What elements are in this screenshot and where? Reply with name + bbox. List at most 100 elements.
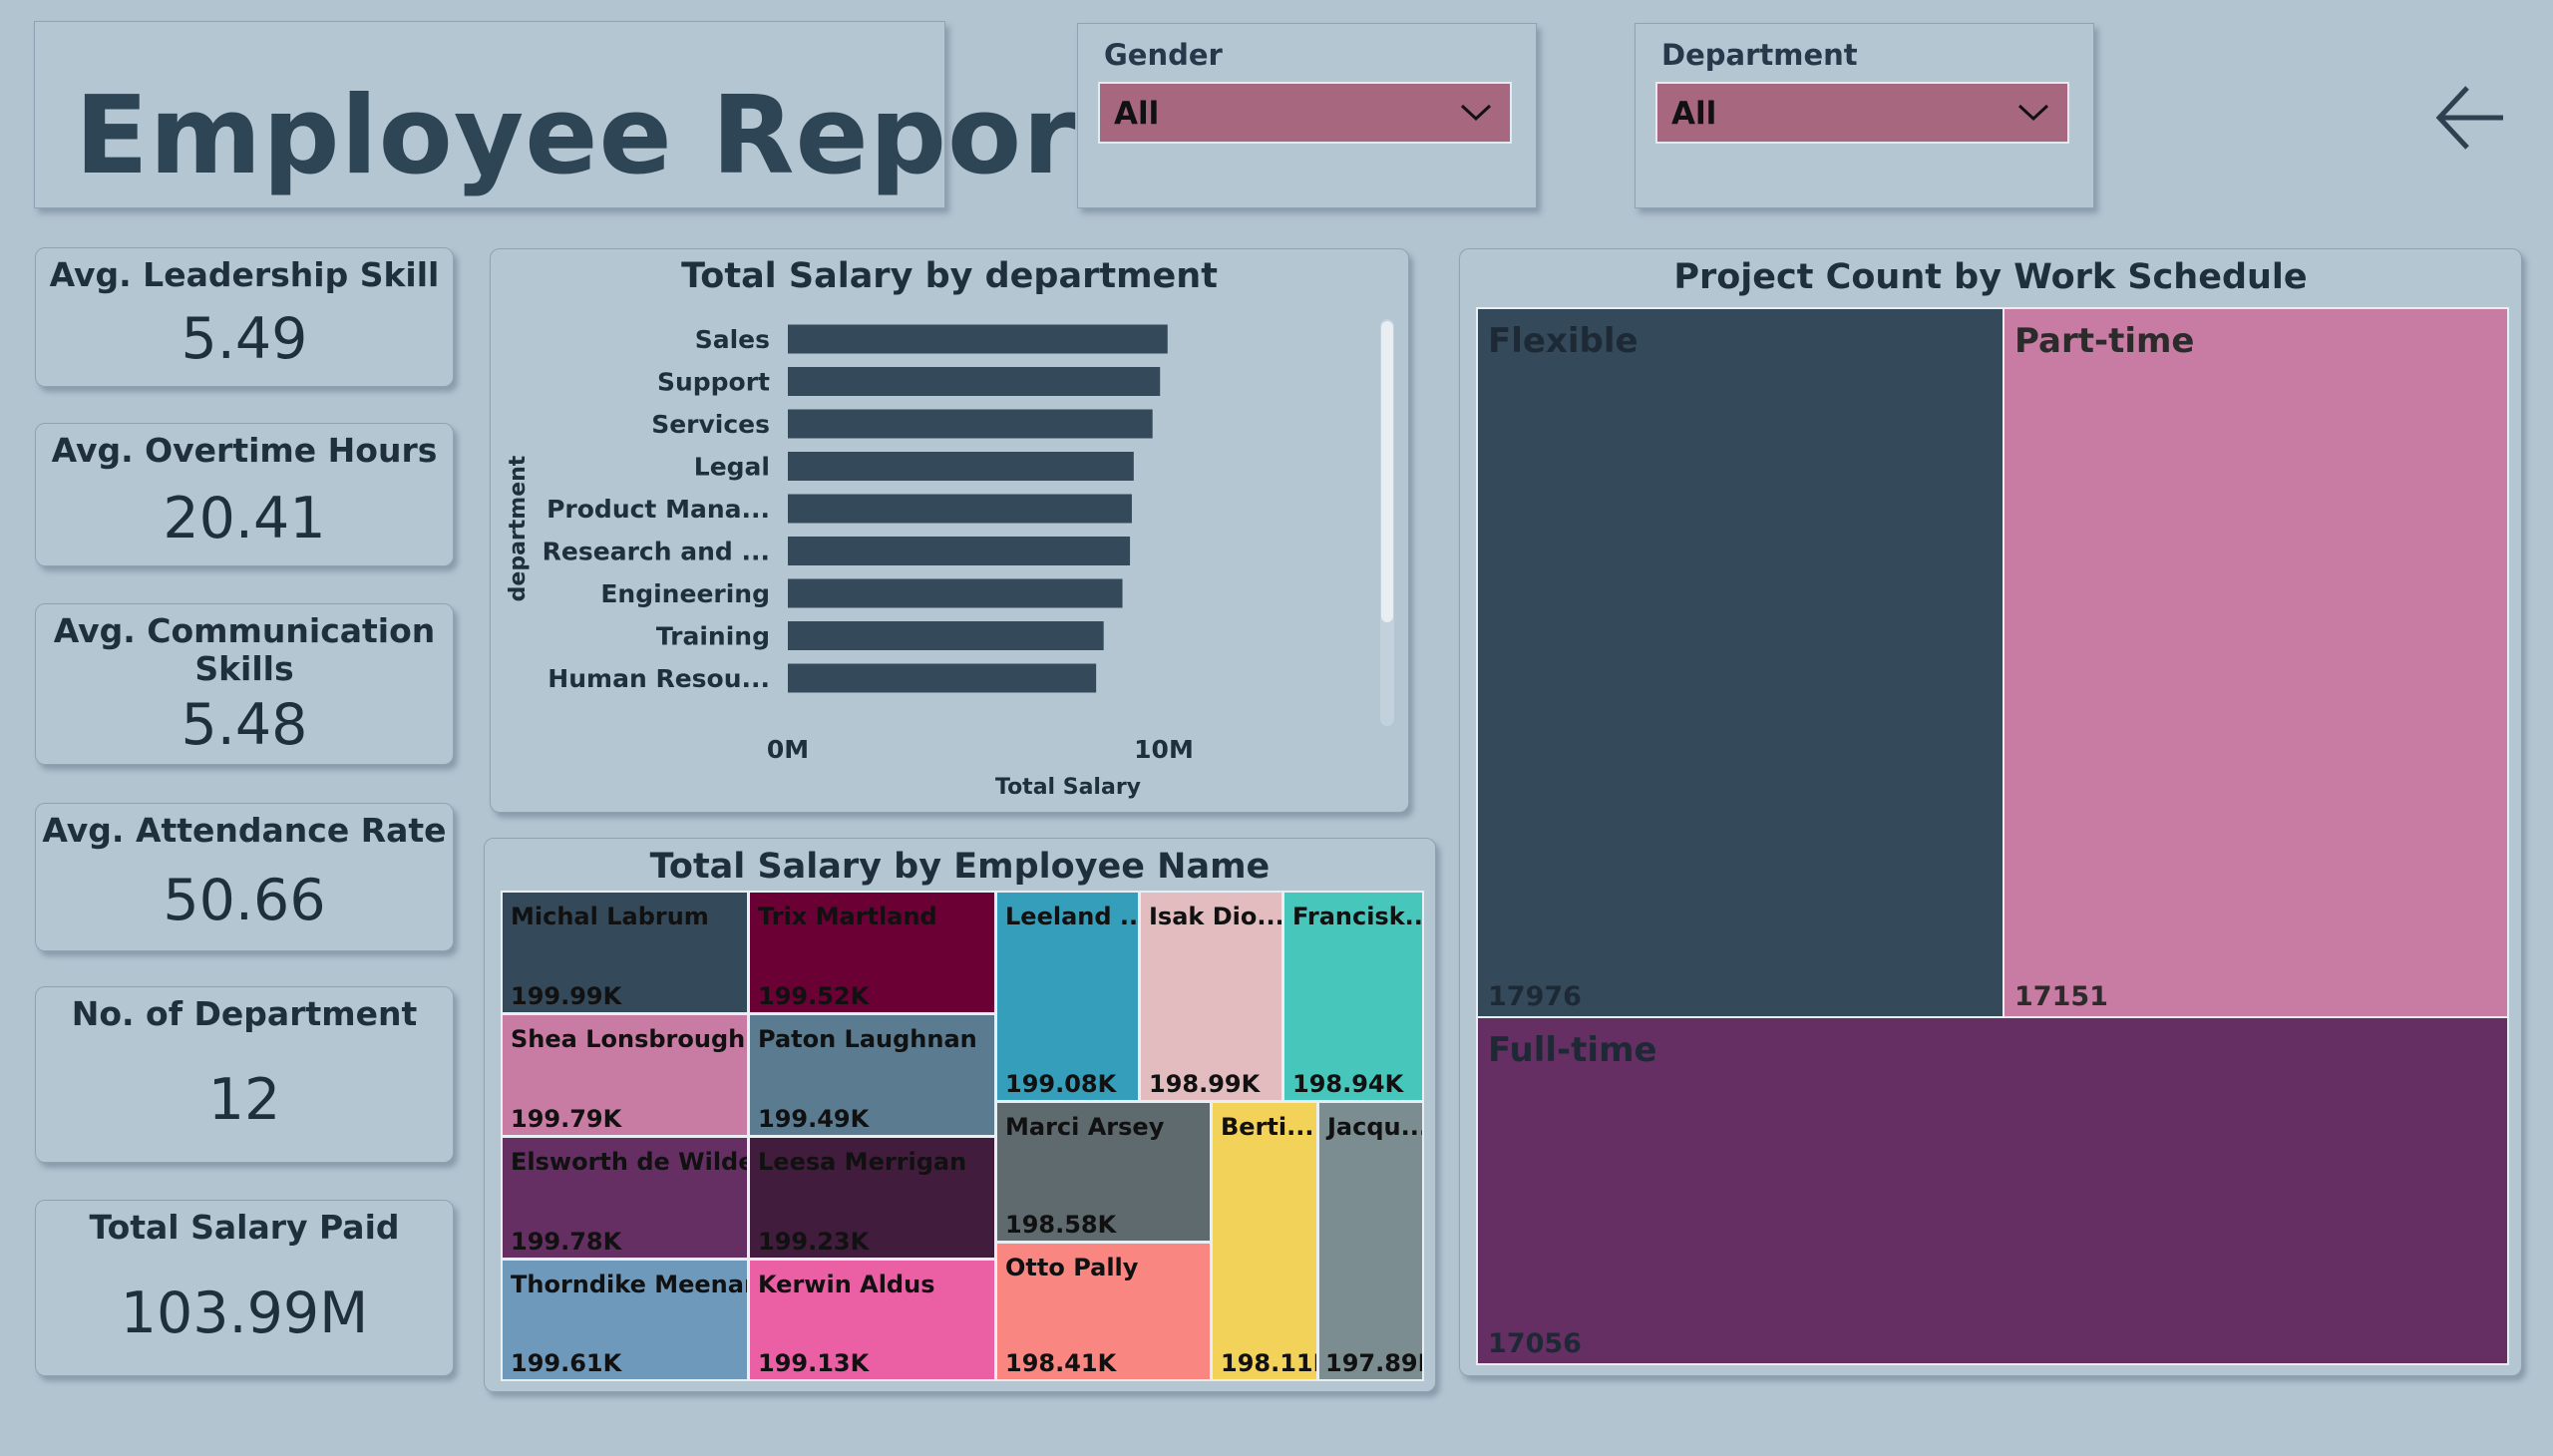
scrollbar-thumb[interactable] — [1381, 321, 1393, 622]
treemap-cell[interactable]: Thorndike Meenan 199.61K — [501, 1259, 749, 1381]
cell-name: Elsworth de Wilde — [511, 1148, 749, 1176]
kpi-value: 12 — [207, 1067, 281, 1133]
treemap-cell-part-time[interactable]: Part-time 17151 — [2003, 307, 2509, 1018]
treemap-cell[interactable]: Leesa Merrigan 199.23K — [748, 1136, 996, 1260]
cell-name: Berti... — [1221, 1113, 1314, 1141]
gender-slicer: Gender All — [1077, 23, 1537, 208]
category-label: Legal — [694, 453, 770, 482]
cell-name: Otto Pally — [1005, 1254, 1139, 1281]
kpi-communication-card: Avg. Communication Skills 5.48 — [35, 603, 454, 765]
cell-value: 198.11K — [1221, 1349, 1316, 1377]
cell-name: Leeland ... — [1005, 903, 1140, 930]
cell-value: 17976 — [1488, 981, 1582, 1012]
cell-name: Thorndike Meenan — [511, 1271, 749, 1298]
department-dropdown-value: All — [1671, 96, 1717, 132]
tick-label: 10M — [1134, 735, 1194, 764]
chart-title: Project Count by Work Schedule — [1673, 257, 2308, 297]
cell-name: Michal Labrum — [511, 903, 709, 930]
cell-value: 199.23K — [758, 1228, 870, 1256]
kpi-department-count-card: No. of Department 12 — [35, 986, 454, 1163]
category-label: Training — [656, 622, 770, 651]
chevron-down-icon — [1460, 104, 1492, 122]
gender-slicer-label: Gender — [1104, 38, 1223, 72]
page-title: Employee Report — [75, 74, 1130, 198]
bar[interactable] — [788, 367, 1161, 396]
treemap-cell[interactable]: Jacqu... 197.89K — [1317, 1101, 1424, 1381]
gender-dropdown[interactable]: All — [1098, 82, 1512, 144]
cell-value: 198.41K — [1005, 1349, 1117, 1377]
treemap-cell[interactable]: Francisk... 198.94K — [1282, 891, 1424, 1102]
treemap-cell[interactable]: Leeland ... 199.08K — [995, 891, 1140, 1102]
cell-name: Flexible — [1488, 321, 1639, 361]
treemap-cell-flexible[interactable]: Flexible 17976 — [1476, 307, 2005, 1018]
bar[interactable] — [788, 537, 1131, 565]
treemap-cell[interactable]: Isak Dio... 198.99K — [1139, 891, 1283, 1102]
kpi-value: 5.49 — [181, 306, 308, 372]
treemap-cell[interactable]: Trix Martland 199.52K — [748, 891, 996, 1014]
kpi-label: Avg. Overtime Hours — [51, 431, 438, 470]
cell-name: Kerwin Aldus — [758, 1271, 935, 1298]
cell-name: Isak Dio... — [1149, 903, 1283, 930]
cell-value: 198.94K — [1292, 1070, 1404, 1098]
tick-label: 0M — [767, 735, 809, 764]
salary-by-employee-chart: Total Salary by Employee Name Michal Lab… — [484, 838, 1436, 1392]
bar[interactable] — [788, 621, 1104, 650]
department-slicer: Department All — [1635, 23, 2094, 208]
bar-chart-svg: department Total Salary Sales Support Serv… — [506, 319, 1394, 800]
treemap-cell[interactable]: Kerwin Aldus 199.13K — [748, 1259, 996, 1381]
cell-value: 17056 — [1488, 1328, 1582, 1359]
chart-title: Total Salary by Employee Name — [649, 847, 1271, 887]
cell-value: 198.99K — [1149, 1070, 1261, 1098]
kpi-label: Avg. Leadership Skill — [49, 255, 440, 294]
treemap-cell[interactable]: Marci Arsey 198.58K — [995, 1101, 1212, 1243]
bar[interactable] — [788, 578, 1123, 608]
cell-value: 198.58K — [1005, 1211, 1117, 1239]
cell-value: 199.52K — [758, 982, 870, 1010]
schedule-treemap: Flexible 17976 Part-time 17151 Full-time… — [1476, 307, 2509, 1365]
kpi-value: 5.48 — [181, 692, 308, 758]
cell-name: Paton Laughnan — [758, 1025, 977, 1053]
gender-dropdown-value: All — [1114, 96, 1160, 132]
kpi-leadership-card: Avg. Leadership Skill 5.49 — [35, 247, 454, 387]
cell-value: 17151 — [2014, 981, 2108, 1012]
kpi-overtime-card: Avg. Overtime Hours 20.41 — [35, 423, 454, 566]
treemap-cell[interactable]: Berti... 198.11K — [1211, 1101, 1318, 1381]
category-label: Services — [651, 410, 770, 439]
treemap-cell[interactable]: Shea Lonsbrough 199.79K — [501, 1013, 749, 1137]
cell-name: Part-time — [2014, 321, 2195, 361]
treemap-cell[interactable]: Michal Labrum 199.99K — [501, 891, 749, 1014]
cell-name: Jacqu... — [1327, 1113, 1424, 1141]
treemap-cell[interactable]: Elsworth de Wilde 199.78K — [501, 1136, 749, 1260]
department-dropdown[interactable]: All — [1655, 82, 2069, 144]
kpi-label: Total Salary Paid — [89, 1208, 400, 1247]
bar[interactable] — [788, 409, 1153, 439]
salary-by-department-chart: Total Salary by department department To… — [490, 248, 1409, 813]
category-label: Human Resou... — [547, 664, 770, 693]
category-label: Support — [657, 368, 770, 397]
category-label: Engineering — [600, 579, 770, 608]
cell-value: 197.89K — [1325, 1349, 1422, 1377]
treemap-cell[interactable]: Otto Pally 198.41K — [995, 1242, 1212, 1381]
category-label: Sales — [695, 325, 770, 354]
kpi-total-salary-card: Total Salary Paid 103.99M — [35, 1200, 454, 1376]
y-axis-label: department — [506, 455, 531, 601]
kpi-label: No. of Department — [71, 994, 418, 1033]
bar[interactable] — [788, 663, 1097, 693]
kpi-value: 50.66 — [163, 868, 326, 933]
cell-value: 199.13K — [758, 1349, 870, 1377]
bar[interactable] — [788, 494, 1132, 524]
bar[interactable] — [788, 452, 1134, 481]
project-by-schedule-chart: Project Count by Work Schedule Flexible … — [1459, 248, 2522, 1376]
kpi-attendance-card: Avg. Attendance Rate 50.66 — [35, 803, 454, 951]
cell-value: 199.49K — [758, 1105, 870, 1133]
back-arrow-icon[interactable] — [2433, 82, 2509, 154]
cell-value: 199.99K — [511, 982, 622, 1010]
cell-name: Full-time — [1488, 1030, 1657, 1070]
cell-value: 199.78K — [511, 1228, 622, 1256]
treemap-cell[interactable]: Paton Laughnan 199.49K — [748, 1013, 996, 1137]
treemap-cell-full-time[interactable]: Full-time 17056 — [1476, 1016, 2509, 1365]
x-axis-label: Total Salary — [995, 775, 1141, 800]
bar[interactable] — [788, 324, 1168, 354]
cell-value: 199.79K — [511, 1105, 622, 1133]
kpi-label: Avg. Communication Skills — [53, 611, 436, 688]
